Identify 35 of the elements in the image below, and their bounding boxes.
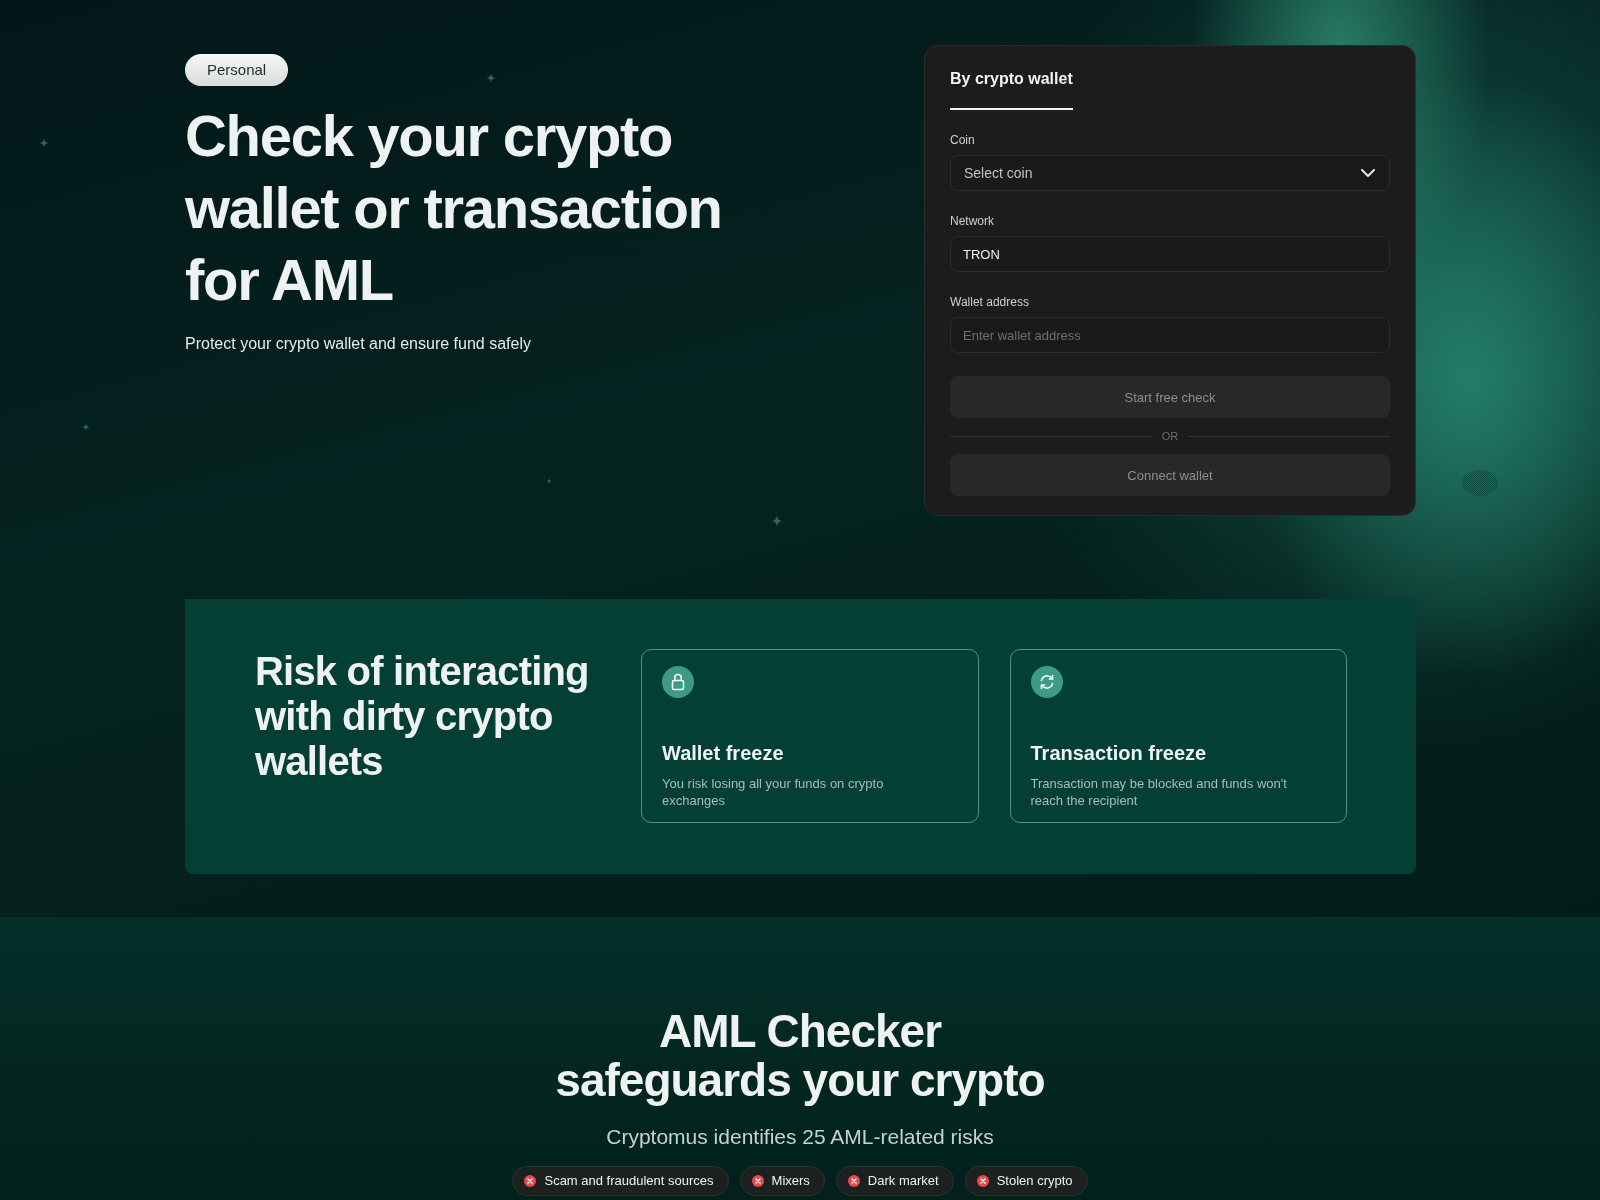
field-label: Coin <box>950 132 975 148</box>
refresh-icon <box>1030 666 1063 698</box>
card-title: Transaction freeze <box>1030 741 1207 765</box>
sparkle-icon <box>771 515 783 527</box>
x-circle-icon <box>976 1175 989 1187</box>
card-description: You risk losing all your funds on crypto exchanges <box>662 775 885 809</box>
form-tab[interactable]: By crypto wallet <box>950 69 1073 110</box>
sparkle-icon <box>82 423 90 431</box>
dotted-spot-icon <box>1462 470 1498 496</box>
card-description: Transaction may be blocked and funds won't reach the recipient <box>1030 775 1288 809</box>
chevron-down-icon <box>1361 169 1375 177</box>
field-label: Wallet address <box>950 294 1029 310</box>
x-circle-icon <box>847 1175 860 1187</box>
input-field[interactable]: TRON <box>950 236 1390 272</box>
risk-label: Stolen crypto <box>996 1173 1073 1189</box>
hero-title: Check your crypto wallet or transaction for AML <box>185 102 723 314</box>
card-title: Wallet freeze <box>662 741 784 765</box>
sparkle-icon <box>39 138 49 148</box>
field-label: Network <box>950 213 994 229</box>
lock-icon <box>662 666 694 698</box>
hero-subtitle: Protect your crypto wallet and ensure fund safely <box>185 334 531 354</box>
sparkle-icon <box>546 478 552 484</box>
dropdown-field[interactable]: Select coin <box>950 155 1390 191</box>
risk-label: Mixers <box>771 1173 810 1189</box>
risk-label: Scam and fraudulent sources <box>544 1173 714 1189</box>
x-circle-icon <box>524 1175 537 1187</box>
section-title: AML Checker safeguards your crypto <box>554 1007 1046 1105</box>
section-subtitle: Cryptomus identifies 25 AML-related risks <box>606 1124 994 1150</box>
sparkle-icon <box>486 73 496 83</box>
input-field[interactable]: Enter wallet address <box>950 317 1390 353</box>
risk-label: Dark market <box>867 1173 939 1189</box>
divider-label: OR <box>1161 429 1179 444</box>
x-circle-icon <box>751 1175 764 1187</box>
category-pill: Personal <box>185 54 289 86</box>
section-title: Risk of interacting with dirty crypto wallets <box>255 649 590 784</box>
